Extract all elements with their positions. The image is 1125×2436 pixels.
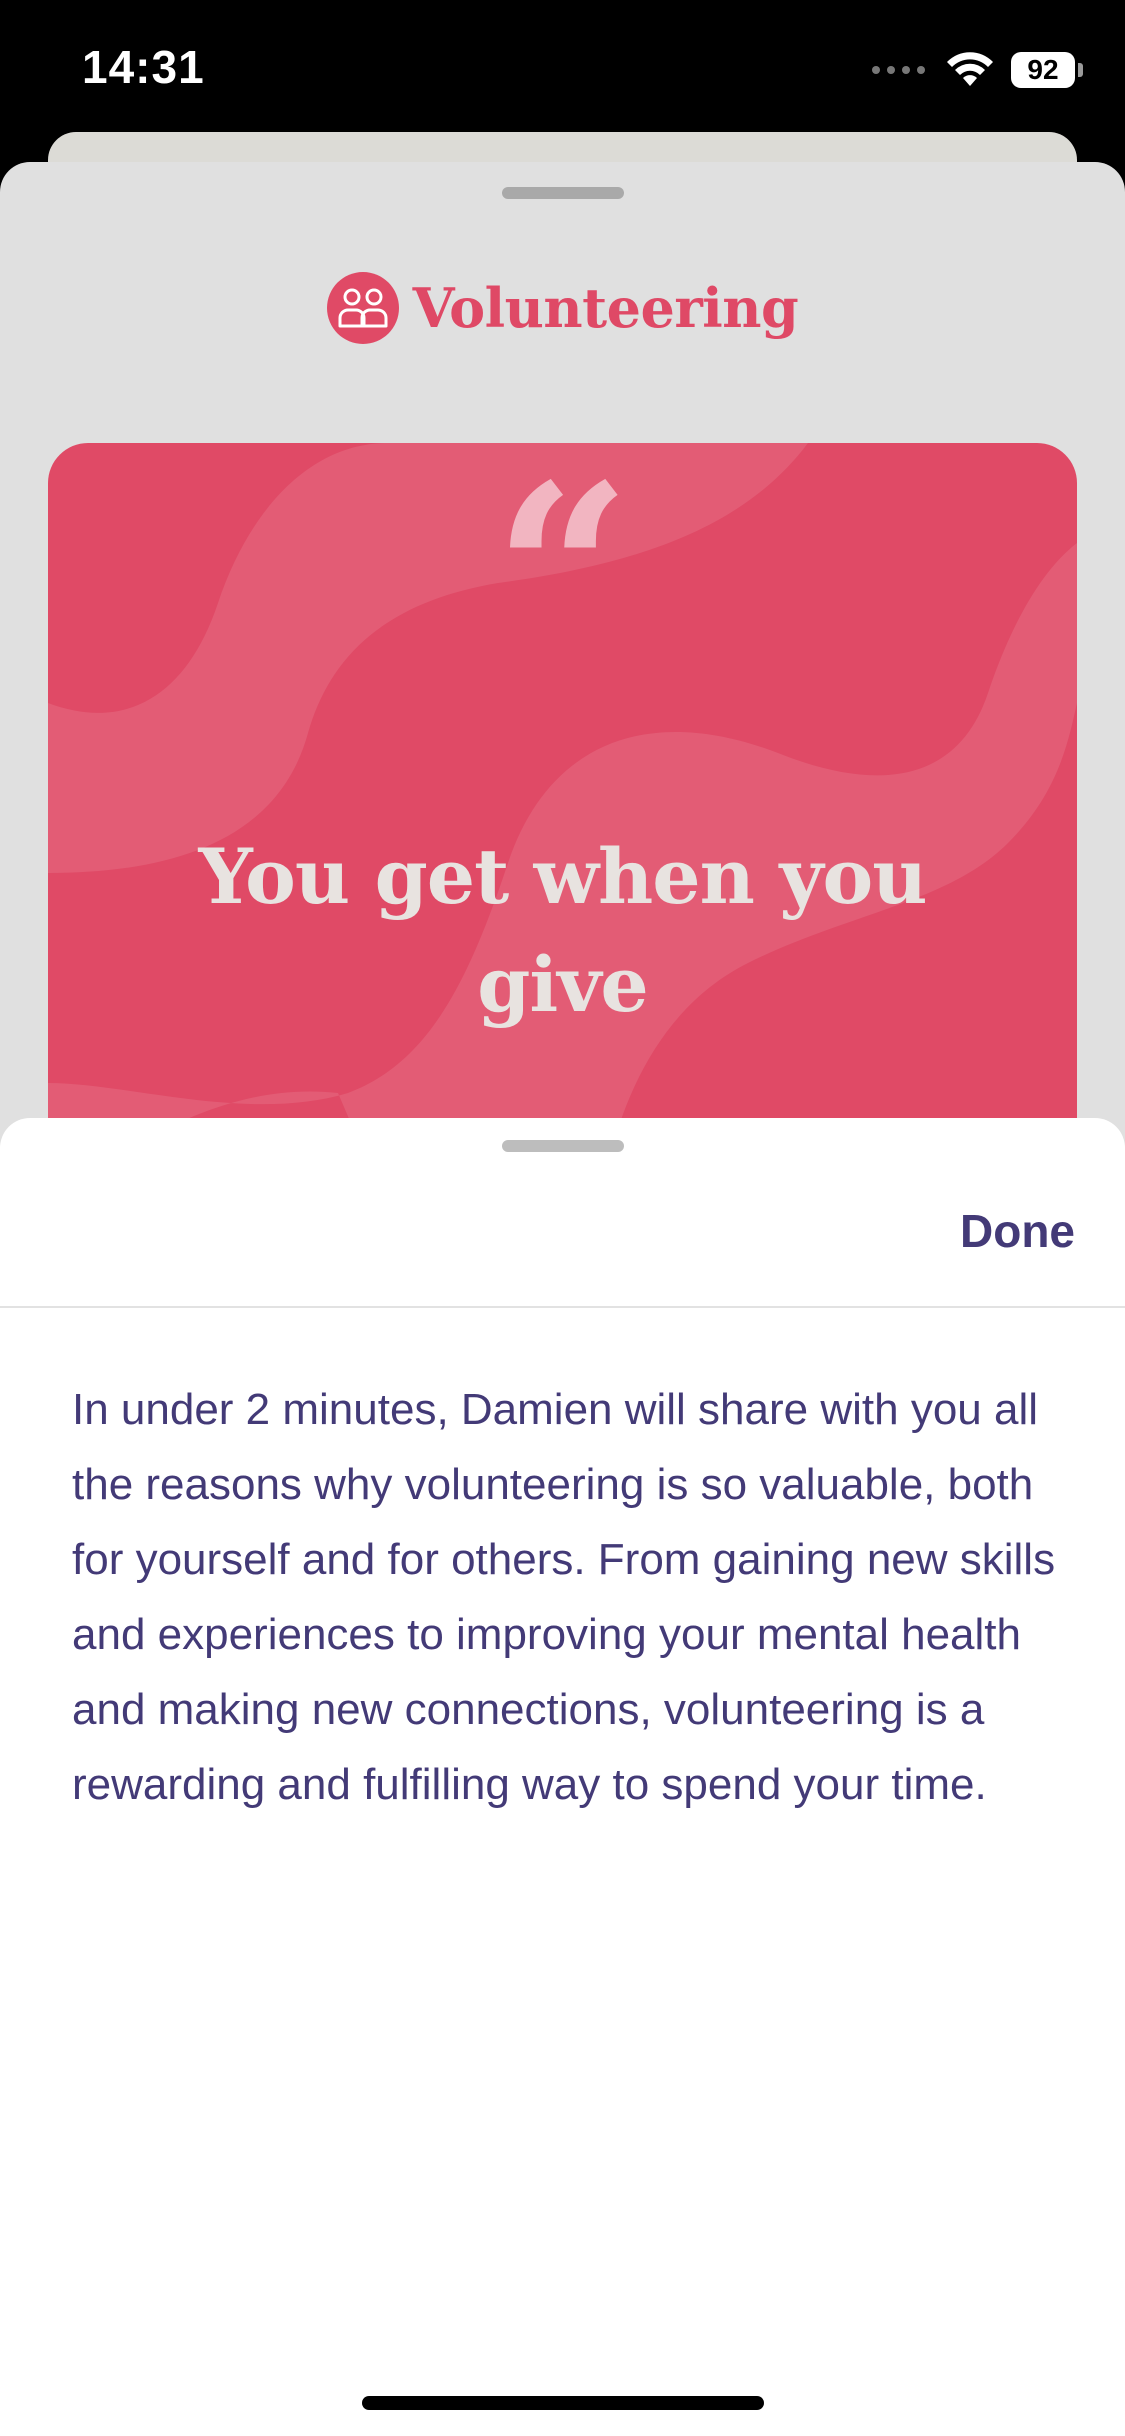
status-indicators: 92 <box>872 48 1083 92</box>
category-title: Volunteering <box>412 276 799 340</box>
sheet-grabber[interactable] <box>502 187 624 199</box>
done-button[interactable]: Done <box>960 1204 1075 1258</box>
screen: 14:31 92 Volunteering “ You get when you… <box>0 0 1125 2436</box>
wifi-icon <box>947 52 993 86</box>
signal-dots-icon <box>872 66 925 74</box>
divider <box>0 1306 1125 1308</box>
battery-cap <box>1078 63 1083 77</box>
info-sheet: Done In under 2 minutes, Damien will sha… <box>0 1118 1125 2436</box>
quote-text: You get when you give <box>198 832 928 1029</box>
quote-card: “ You get when you give <box>48 443 1077 1163</box>
category-header: Volunteering <box>0 272 1125 344</box>
info-sheet-grabber[interactable] <box>502 1140 624 1152</box>
status-bar: 14:31 92 <box>0 0 1125 135</box>
home-indicator[interactable] <box>362 2396 764 2410</box>
status-time: 14:31 <box>82 41 205 93</box>
people-icon <box>326 272 399 344</box>
battery-level: 92 <box>1027 54 1059 85</box>
battery-icon: 92 <box>1011 52 1075 88</box>
quote-mark-icon: “ <box>493 443 632 714</box>
module-description: In under 2 minutes, Damien will share wi… <box>72 1385 1056 1809</box>
